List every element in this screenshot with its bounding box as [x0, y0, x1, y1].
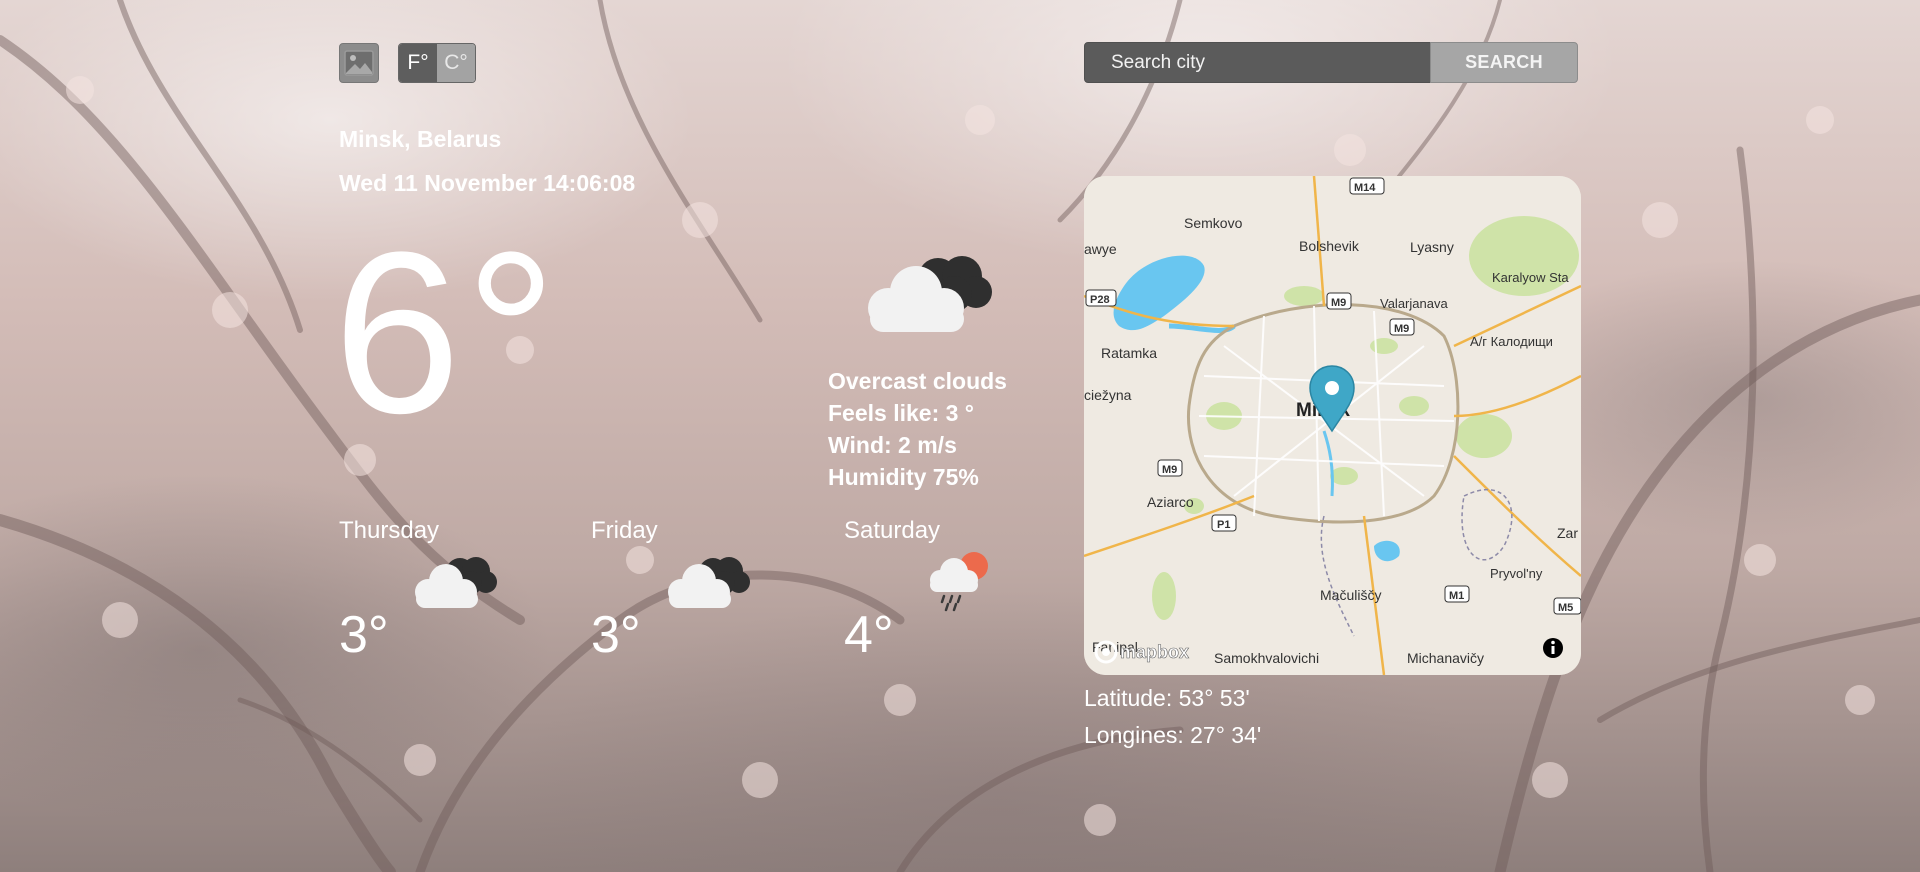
forecast-temp-thursday: 3° — [339, 606, 389, 664]
map-label-zar: Zar — [1557, 525, 1578, 541]
map-label-awye: awye — [1084, 241, 1117, 257]
map-label-semkovo: Semkovo — [1184, 215, 1243, 231]
overcast-clouds-icon — [858, 248, 998, 343]
overcast-clouds-icon — [408, 552, 500, 617]
image-icon — [344, 50, 374, 76]
forecast-day-friday: Friday — [591, 517, 658, 544]
map-label-samokhvalovichi: Samokhvalovichi — [1214, 650, 1319, 666]
search-input[interactable] — [1084, 42, 1431, 83]
map-label-m9-left: M9 — [1162, 464, 1177, 476]
weather-description: Overcast clouds — [828, 368, 1007, 394]
map-label-michanavicy: Michanavičy — [1407, 650, 1484, 666]
map-label-p28: P28 — [1090, 294, 1110, 306]
weather-details: Overcast clouds Feels like: 3 ° Wind: 2 … — [828, 365, 1007, 493]
map-label-m5: M5 — [1558, 602, 1573, 614]
mapbox-logo-text: mapbox — [1120, 642, 1189, 662]
map-label-m14: M14 — [1354, 182, 1376, 194]
map-label-pryvolny: Pryvol'ny — [1490, 566, 1543, 581]
humidity-label: Humidity 75% — [828, 464, 979, 490]
map-label-aziarco: Aziarco — [1147, 494, 1194, 510]
unit-toggle: F° C° — [398, 43, 476, 83]
forecast-day-thursday: Thursday — [339, 517, 440, 544]
celsius-button[interactable]: C° — [437, 44, 475, 82]
wind-label: Wind: 2 m/s — [828, 432, 957, 458]
map-label-valarjanava: Valarjanava — [1380, 296, 1448, 311]
map-label-kalodishchy: А/г Калодищи — [1470, 334, 1553, 349]
forecast-temp-friday: 3° — [591, 606, 641, 664]
map-label-ratamka: Ratamka — [1101, 345, 1157, 361]
map-label-karalyow: Karalyow Sta — [1492, 270, 1569, 285]
map-label-m1: M1 — [1449, 590, 1464, 602]
search-button[interactable]: SEARCH — [1430, 42, 1578, 83]
map-label-ciezyna: ciežyna — [1084, 387, 1132, 403]
forecast-temp-saturday: 4° — [844, 606, 894, 664]
map-label-bolshevik: Bolshevik — [1299, 238, 1360, 254]
info-icon[interactable] — [1543, 638, 1563, 658]
background-refresh-button[interactable] — [339, 43, 379, 83]
location-label: Minsk, Belarus — [339, 126, 502, 152]
overcast-clouds-icon — [661, 552, 753, 617]
rain-sun-cloud-icon — [922, 548, 996, 617]
current-temperature: 6° — [333, 204, 561, 461]
map-label-m9-top: M9 — [1331, 297, 1346, 309]
map-label-macuiscy: Mačuliščy — [1320, 587, 1381, 603]
map-label-m9-right: M9 — [1394, 323, 1409, 335]
date-time-label: Wed 11 November 14:06:08 — [339, 170, 636, 196]
map-label-p1: P1 — [1217, 519, 1230, 531]
latitude-label: Latitude: 53° 53' — [1084, 685, 1250, 711]
city-map[interactable]: M14 Semkovo Bolshevik Lyasny awye Karaly… — [1084, 176, 1581, 675]
forecast-day-saturday: Saturday — [844, 517, 941, 544]
map-label-lyasny: Lyasny — [1410, 239, 1454, 255]
longitude-label: Longines: 27° 34' — [1084, 722, 1262, 748]
fahrenheit-button[interactable]: F° — [399, 44, 437, 82]
feels-like-label: Feels like: 3 ° — [828, 400, 974, 426]
coordinates: Latitude: 53° 53' Longines: 27° 34' — [1084, 680, 1261, 754]
